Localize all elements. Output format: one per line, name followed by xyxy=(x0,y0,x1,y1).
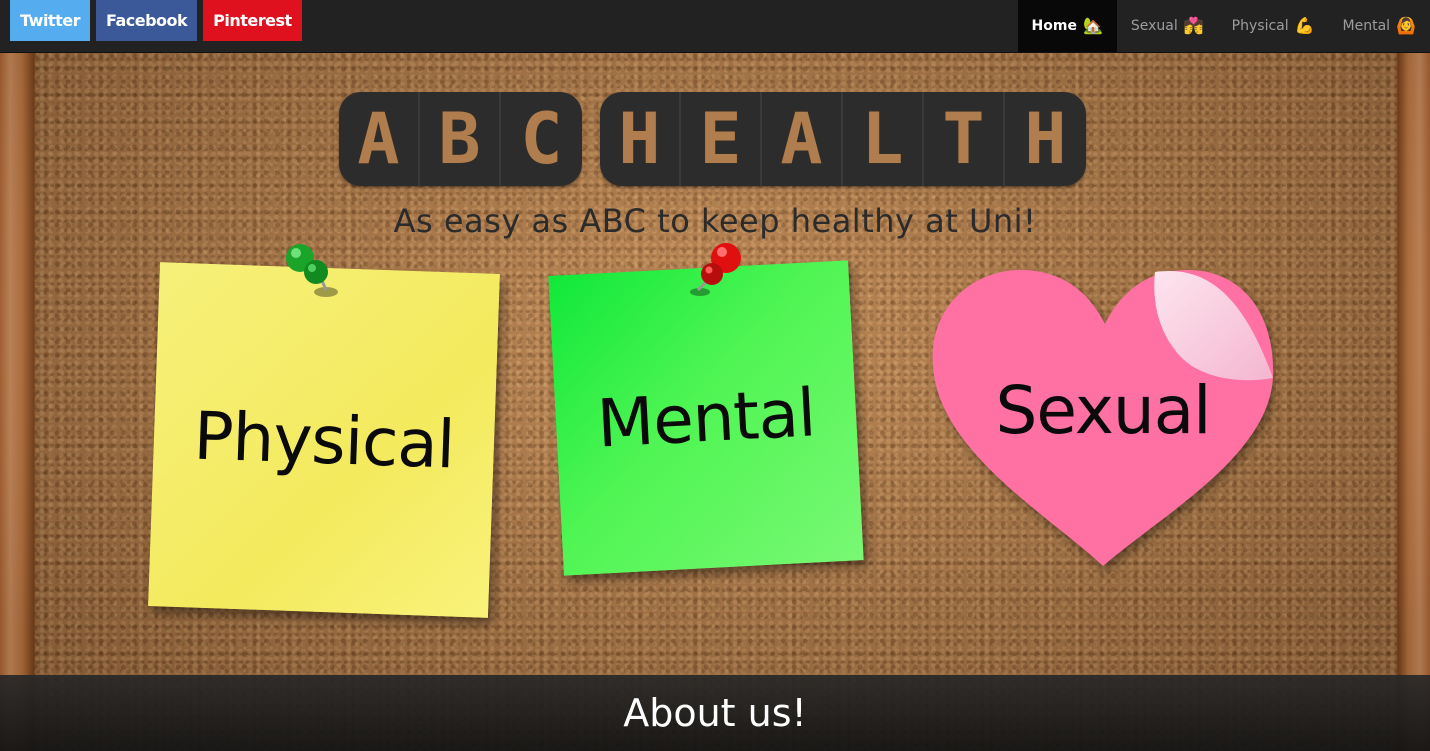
title-letter: C xyxy=(520,98,563,180)
nav-item-mental[interactable]: Mental 🙆 xyxy=(1329,0,1430,52)
couple-kiss-icon: 💏 xyxy=(1183,16,1204,35)
about-us-label: About us! xyxy=(623,691,807,735)
nav-item-home[interactable]: Home 🏡 xyxy=(1017,0,1117,52)
about-us-bar[interactable]: About us! xyxy=(0,675,1430,751)
facebook-button[interactable]: Facebook xyxy=(95,0,198,41)
twitter-button[interactable]: Twitter xyxy=(10,0,90,41)
title-letter: E xyxy=(681,92,762,186)
person-gesturing-icon: 🙆 xyxy=(1396,16,1416,35)
title-letter: L xyxy=(843,92,924,186)
title-word-abc: ABC xyxy=(339,92,582,186)
red-pushpin-icon xyxy=(690,243,741,296)
nav-item-label: Home xyxy=(1031,18,1077,34)
physical-note[interactable]: Physical xyxy=(148,262,500,618)
mental-note[interactable]: Mental xyxy=(548,260,864,576)
social-buttons: Twitter Facebook Pinterest xyxy=(10,0,302,41)
mental-note-label: Mental xyxy=(595,373,817,463)
title-letter: H xyxy=(600,92,681,186)
title-letter: T xyxy=(924,92,1005,186)
title-letter: H xyxy=(1024,98,1067,180)
flexed-biceps-icon: 💪 xyxy=(1294,16,1315,35)
title-letter: A xyxy=(762,92,843,186)
house-icon: 🏡 xyxy=(1082,16,1103,35)
green-pushpin-icon xyxy=(286,244,338,297)
sexual-heart-note[interactable]: Sexual xyxy=(930,266,1276,576)
nav-item-label: Mental xyxy=(1342,18,1391,34)
physical-note-label: Physical xyxy=(192,396,456,484)
sexual-note-label: Sexual xyxy=(995,372,1211,449)
title-letter: A xyxy=(339,92,420,186)
main-nav: Home 🏡 Sexual 💏 Physical 💪 Mental 🙆 xyxy=(1017,0,1430,52)
nav-item-sexual[interactable]: Sexual 💏 xyxy=(1117,0,1218,52)
site-title: ABC HEALTH xyxy=(339,92,1086,186)
nav-item-physical[interactable]: Physical 💪 xyxy=(1218,0,1329,52)
pinterest-button[interactable]: Pinterest xyxy=(203,0,302,41)
corkboard: ABC HEALTH As easy as ABC to keep health… xyxy=(0,52,1430,751)
tagline: As easy as ABC to keep healthy at Uni! xyxy=(393,202,1037,240)
title-letter: B xyxy=(420,92,501,186)
title-word-health: HEALTH xyxy=(600,92,1086,186)
nav-item-label: Physical xyxy=(1231,18,1289,34)
nav-item-label: Sexual xyxy=(1130,18,1178,34)
top-navbar: Twitter Facebook Pinterest Home 🏡 Sexual… xyxy=(0,0,1430,53)
